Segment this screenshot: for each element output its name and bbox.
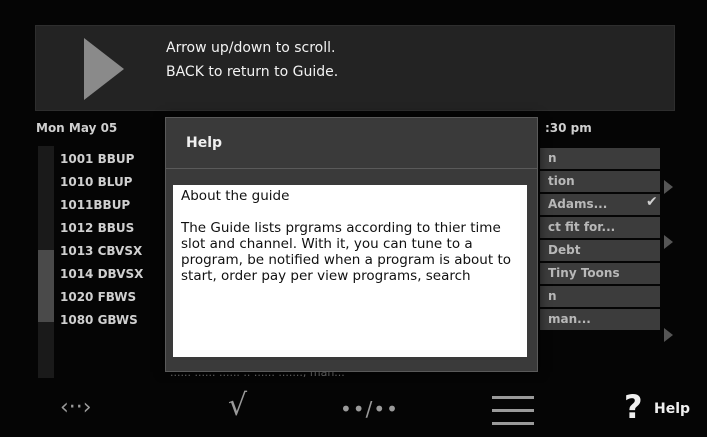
dialog-body[interactable]: About the guide The Guide lists prgrams … [173, 185, 527, 357]
channel-list: 1001 BBUP 1010 BLUP 1011BBUP 1012 BBUS 1… [60, 148, 143, 332]
channel-item[interactable]: 1011BBUP [60, 194, 143, 217]
help-button-label[interactable]: Help [654, 401, 690, 417]
more-right-arrow-icon [664, 180, 673, 194]
help-text: The Guide lists prgrams according to thi… [181, 220, 512, 284]
program-cell[interactable]: n [540, 286, 660, 307]
program-cell[interactable]: ct fit for... [540, 217, 660, 238]
checkmark-icon: ✔ [646, 194, 658, 210]
play-icon [84, 38, 124, 100]
more-right-arrow-icon [664, 235, 673, 249]
program-cell[interactable]: Adams... [540, 194, 660, 215]
dialog-title: Help [186, 135, 223, 151]
channel-item[interactable]: 1013 CBVSX [60, 240, 143, 263]
select-check-icon[interactable]: √ [228, 388, 247, 423]
help-heading: About the guide [181, 188, 290, 204]
page-up-down-icon[interactable]: ••/•• [340, 397, 399, 421]
more-right-arrow-icon [664, 328, 673, 342]
channel-item[interactable]: 1012 BBUS [60, 217, 143, 240]
channel-item[interactable]: 1010 BLUP [60, 171, 143, 194]
guide-date: Mon May 05 [36, 121, 118, 135]
program-cell[interactable]: tion [540, 171, 660, 192]
program-list: n tion Adams... ct fit for... Debt Tiny … [540, 148, 660, 332]
channel-item[interactable]: 1080 GBWS [60, 309, 143, 332]
help-question-icon[interactable]: ? [624, 388, 643, 426]
dialog-divider [166, 168, 537, 169]
guide-time: :30 pm [545, 121, 592, 135]
hint-text-scroll: Arrow up/down to scroll. [166, 40, 336, 56]
channel-item[interactable]: 1014 DBVSX [60, 263, 143, 286]
channel-item[interactable]: 1020 FBWS [60, 286, 143, 309]
list-icon[interactable] [492, 396, 534, 426]
hint-bar [35, 25, 675, 111]
program-cell[interactable]: n [540, 148, 660, 169]
hint-text-back: BACK to return to Guide. [166, 64, 339, 80]
program-cell[interactable]: Tiny Toons [540, 263, 660, 284]
navigate-icon[interactable]: ‹··› [60, 395, 92, 420]
guide-scroll-thumb[interactable] [38, 250, 54, 322]
program-cell[interactable]: man... [540, 309, 660, 330]
help-dialog: Help About the guide The Guide lists prg… [165, 117, 538, 372]
program-cell[interactable]: Debt [540, 240, 660, 261]
channel-item[interactable]: 1001 BBUP [60, 148, 143, 171]
